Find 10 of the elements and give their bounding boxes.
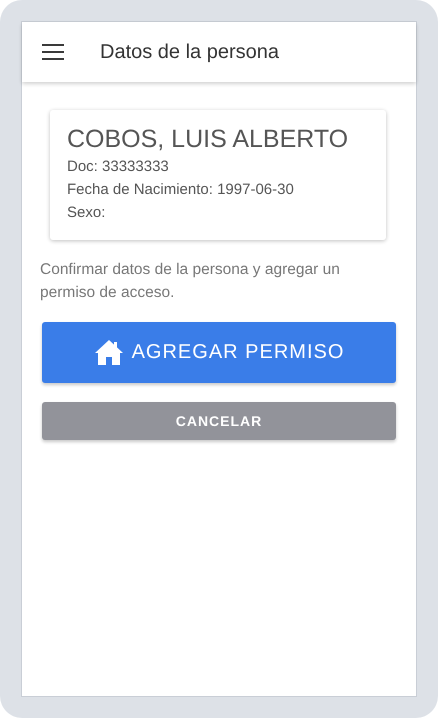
person-detail: Doc: 33333333 <box>67 157 170 177</box>
page-title: Datos de la persona <box>100 40 280 64</box>
home-icon <box>94 339 124 366</box>
instructions-text: Confirmar datos de la persona y agregar un permiso de acceso. <box>40 260 341 303</box>
cancel-button[interactable]: CANCELAR <box>42 402 396 440</box>
person-name: COBOS, LUIS ALBERTO <box>67 124 350 155</box>
person-detail: Fecha de Nacimiento: 1997-06-30 <box>67 180 295 200</box>
person-detail: Sexo: <box>67 203 106 223</box>
add-permit-button[interactable]: AGREGAR PERMISO <box>42 322 396 383</box>
menu-icon[interactable] <box>42 44 64 60</box>
